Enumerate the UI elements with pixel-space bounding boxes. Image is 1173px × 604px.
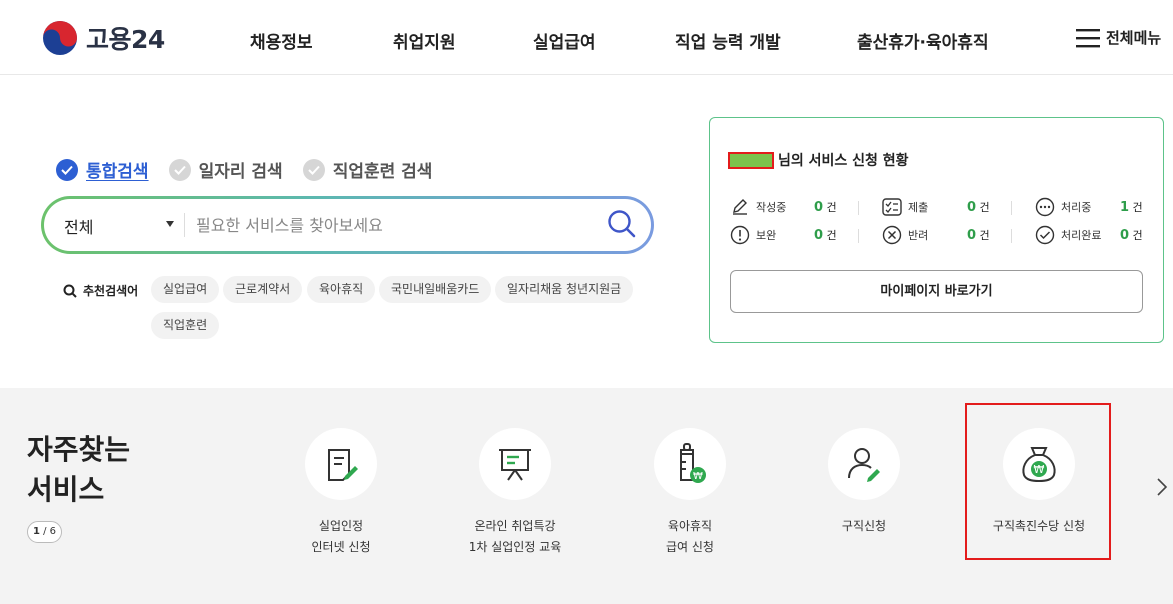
service-job-seeking-application[interactable]: 구직신청 — [789, 428, 939, 537]
status-rejected[interactable]: 반려 — [882, 225, 928, 245]
all-menu-button[interactable]: 전체메뉴 — [1076, 27, 1161, 48]
tab-integrated-search[interactable]: 통합검색 — [56, 157, 149, 182]
logo-text: 고용24 — [86, 25, 165, 54]
pencil-icon — [730, 197, 750, 217]
keyword-chip[interactable]: 국민내일배움카드 — [379, 276, 492, 303]
status-submitted[interactable]: 제출 — [882, 197, 928, 217]
keyword-chip[interactable]: 실업급여 — [151, 276, 220, 303]
document-edit-icon — [305, 428, 377, 500]
service-parental-leave-benefit[interactable]: ₩ 육아휴직 급여 신청 — [615, 428, 765, 558]
divider — [184, 213, 185, 237]
nav-skill-development[interactable]: 직업 능력 개발 — [675, 28, 781, 53]
tab-integrated-search-label: 통합검색 — [86, 162, 149, 182]
status-count: 0 건 — [967, 200, 990, 215]
dropdown-arrow-icon[interactable] — [166, 221, 174, 227]
search-tabs: 통합검색 일자리 검색 직업훈련 검색 — [56, 157, 452, 182]
keyword-chip[interactable]: 근로계약서 — [223, 276, 303, 303]
status-label: 반려 — [908, 229, 929, 242]
search-box: 전체 — [41, 196, 654, 254]
search-inner: 전체 — [44, 199, 651, 251]
svg-text:₩: ₩ — [693, 471, 703, 482]
nav-employment-support[interactable]: 취업지원 — [393, 28, 456, 53]
presentation-board-icon — [479, 428, 551, 500]
service-online-lecture[interactable]: 온라인 취업특강 1차 실업인정 교육 — [440, 428, 590, 558]
service-unemployment-recognition[interactable]: 실업인정 인터넷 신청 — [266, 428, 416, 558]
service-label: 실업인정 인터넷 신청 — [311, 519, 371, 554]
keyword-chip[interactable]: 일자리채움 청년지원금 — [495, 276, 634, 303]
selection-highlight — [965, 403, 1111, 560]
carousel-pager: 1 / 6 — [27, 521, 62, 543]
recommended-label-text: 추천검색어 — [83, 284, 139, 298]
site-header: 고용24 채용정보 취업지원 실업급여 직업 능력 개발 출산휴가·육아휴직 전… — [0, 0, 1173, 75]
search-scope-select[interactable]: 전체 — [64, 214, 93, 238]
title-line: 서비스 — [27, 473, 105, 506]
mypage-button[interactable]: 마이페이지 바로가기 — [730, 270, 1143, 313]
carousel-next-button[interactable] — [1156, 476, 1168, 502]
status-label: 처리중 — [1061, 201, 1092, 214]
title-line: 자주찾는 — [27, 433, 131, 466]
person-edit-icon — [828, 428, 900, 500]
status-label: 처리완료 — [1061, 229, 1102, 242]
logo[interactable]: 고용24 — [42, 20, 165, 56]
more-icon — [1035, 197, 1055, 217]
check-circle-icon — [1035, 225, 1055, 245]
check-icon — [302, 158, 325, 181]
status-title-text: 님의 서비스 신청 현황 — [778, 153, 909, 169]
service-label: 육아휴직 급여 신청 — [666, 519, 714, 554]
check-icon — [168, 158, 191, 181]
status-supplement[interactable]: 보완 — [730, 225, 776, 245]
status-title: 님의 서비스 신청 현황 — [728, 150, 909, 170]
checklist-icon — [882, 197, 902, 217]
all-menu-label: 전체메뉴 — [1106, 29, 1162, 47]
baby-bottle-icon: ₩ — [654, 428, 726, 500]
status-count: 1 건 — [1120, 200, 1143, 215]
status-writing[interactable]: 작성중 — [730, 197, 786, 217]
alert-icon — [730, 225, 750, 245]
status-count: 0 건 — [814, 228, 837, 243]
status-label: 작성중 — [756, 201, 787, 214]
status-count: 0 건 — [814, 200, 837, 215]
keyword-chip[interactable]: 육아휴직 — [307, 276, 376, 303]
service-label: 구직신청 — [841, 519, 887, 533]
divider — [1011, 229, 1012, 243]
search-icon — [608, 210, 636, 238]
favorite-services-section: 자주찾는 서비스 1 / 6 실업인정 인터넷 신청 온라인 취업특강 1차 실… — [0, 388, 1173, 604]
nav-unemployment-benefit[interactable]: 실업급여 — [533, 28, 596, 53]
status-label: 보완 — [756, 229, 777, 242]
keyword-chip[interactable]: 직업훈련 — [151, 312, 220, 339]
tab-job-search-label: 일자리 검색 — [198, 162, 283, 182]
search-icon — [63, 284, 77, 298]
divider — [858, 229, 859, 243]
tab-job-search[interactable]: 일자리 검색 — [168, 157, 283, 182]
favorite-services-title: 자주찾는 서비스 — [27, 430, 130, 510]
status-label: 제출 — [908, 201, 929, 214]
reject-icon — [882, 225, 902, 245]
tab-training-search[interactable]: 직업훈련 검색 — [302, 157, 433, 182]
nav-job-info[interactable]: 채용정보 — [250, 28, 313, 53]
service-status-card: 님의 서비스 신청 현황 작성중 0 건 제출 0 건 처리중 1 건 보완 0… — [709, 117, 1164, 343]
recommended-keywords-label: 추천검색어 — [63, 282, 138, 299]
tab-training-search-label: 직업훈련 검색 — [332, 162, 433, 182]
divider — [858, 201, 859, 215]
status-count: 0 건 — [967, 228, 990, 243]
nav-parental-leave[interactable]: 출산휴가·육아휴직 — [857, 28, 989, 53]
status-completed[interactable]: 처리완료 — [1035, 225, 1101, 245]
status-processing[interactable]: 처리중 — [1035, 197, 1091, 217]
taegeuk-logo-icon — [43, 21, 77, 55]
status-count: 0 건 — [1120, 228, 1143, 243]
search-input[interactable] — [196, 209, 596, 241]
search-button[interactable] — [607, 209, 637, 243]
check-icon — [56, 158, 78, 181]
chevron-right-icon — [1157, 478, 1168, 496]
service-label: 온라인 취업특강 1차 실업인정 교육 — [468, 519, 562, 554]
hamburger-icon — [1076, 28, 1100, 47]
divider — [1011, 201, 1012, 215]
redacted-username — [728, 151, 774, 169]
